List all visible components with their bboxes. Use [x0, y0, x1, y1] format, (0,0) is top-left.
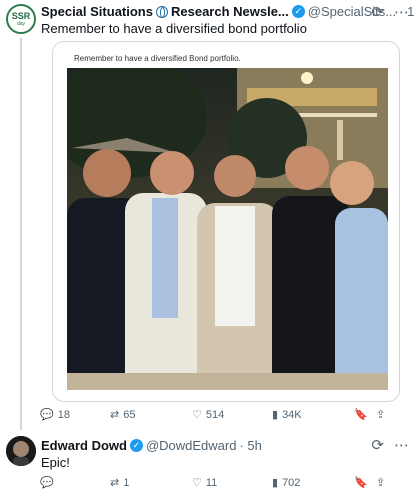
bookmark-icon: 🔖	[354, 477, 368, 489]
bookmark-icon: 🔖	[354, 409, 368, 421]
avatar[interactable]: SSR day	[6, 4, 36, 34]
reply-header: Edward Dowd ✓ @DowdEdward · 5h	[41, 438, 262, 453]
globe-icon	[155, 5, 168, 18]
retweet-count: 65	[123, 408, 136, 421]
reply-icon: 💬	[40, 477, 54, 489]
avatar-photo	[6, 436, 36, 466]
views-button[interactable]: ▮ 702	[272, 476, 354, 490]
more-icon[interactable]: ⋯	[394, 3, 409, 21]
tweet-text: Remember to have a diversified bond port…	[41, 21, 307, 36]
retweet-count: 1	[123, 476, 130, 489]
like-icon: ♡	[192, 477, 202, 489]
views-icon: ▮	[272, 477, 279, 489]
group-photo[interactable]	[67, 68, 388, 390]
author-name[interactable]: Special Situations	[41, 4, 153, 19]
avatar-logo-text: SSR	[11, 10, 31, 21]
reply-top-icons: ⟳ ⋯	[371, 436, 409, 454]
retweet-icon: ⇄	[110, 477, 120, 489]
photo-illustration	[67, 68, 388, 390]
bookmark-button[interactable]: 🔖	[354, 476, 376, 489]
share-button[interactable]: ⇪	[376, 408, 385, 421]
reply-button[interactable]: 💬	[40, 476, 110, 489]
verified-icon: ✓	[129, 439, 143, 452]
author-name-rest[interactable]: Research Newsle...	[171, 4, 289, 19]
like-icon: ♡	[192, 409, 202, 421]
reply-author-name[interactable]: Edward Dowd	[41, 438, 127, 453]
retweet-icon: ⇄	[110, 409, 120, 421]
share-icon: ⇪	[376, 477, 386, 489]
card-caption: Remember to have a diversified Bond port…	[74, 54, 241, 63]
reply-author-handle[interactable]: @DowdEdward	[146, 438, 237, 453]
bookmark-button[interactable]: 🔖	[354, 408, 376, 421]
reply-text: Epic!	[41, 455, 70, 470]
reply-count: 18	[57, 408, 70, 421]
like-button[interactable]: ♡ 11	[192, 476, 272, 490]
grok-icon[interactable]: ⟳	[371, 3, 384, 21]
verified-icon: ✓	[291, 5, 305, 18]
reply-button[interactable]: 💬 18	[40, 408, 110, 422]
share-button[interactable]: ⇪	[376, 476, 385, 489]
avatar-logo-subtext: day	[16, 20, 26, 27]
share-icon: ⇪	[376, 409, 386, 421]
tweet-actions: 💬 18 ⇄ 65 ♡ 514 ▮ 34K 🔖 ⇪	[40, 408, 390, 422]
views-icon: ▮	[272, 409, 279, 421]
views-button[interactable]: ▮ 34K	[272, 408, 354, 422]
tweet-header: Special Situations Research Newsle... ✓ …	[41, 4, 415, 19]
retweet-button[interactable]: ⇄ 65	[110, 408, 192, 422]
reply-icon: 💬	[40, 409, 54, 421]
like-button[interactable]: ♡ 514	[192, 408, 272, 422]
like-count: 11	[205, 476, 218, 489]
reply-timestamp[interactable]: · 5h	[239, 438, 261, 453]
like-count: 514	[205, 408, 225, 421]
tweet-top-icons: ⟳ ⋯	[371, 3, 409, 21]
more-icon[interactable]: ⋯	[394, 436, 409, 454]
thread-line	[20, 38, 22, 430]
reply-avatar[interactable]	[6, 436, 36, 466]
views-count: 702	[282, 476, 301, 489]
grok-icon[interactable]: ⟳	[371, 436, 384, 454]
views-count: 34K	[282, 408, 302, 421]
retweet-button[interactable]: ⇄ 1	[110, 476, 192, 490]
reply-actions: 💬 ⇄ 1 ♡ 11 ▮ 702 🔖 ⇪	[40, 476, 390, 490]
